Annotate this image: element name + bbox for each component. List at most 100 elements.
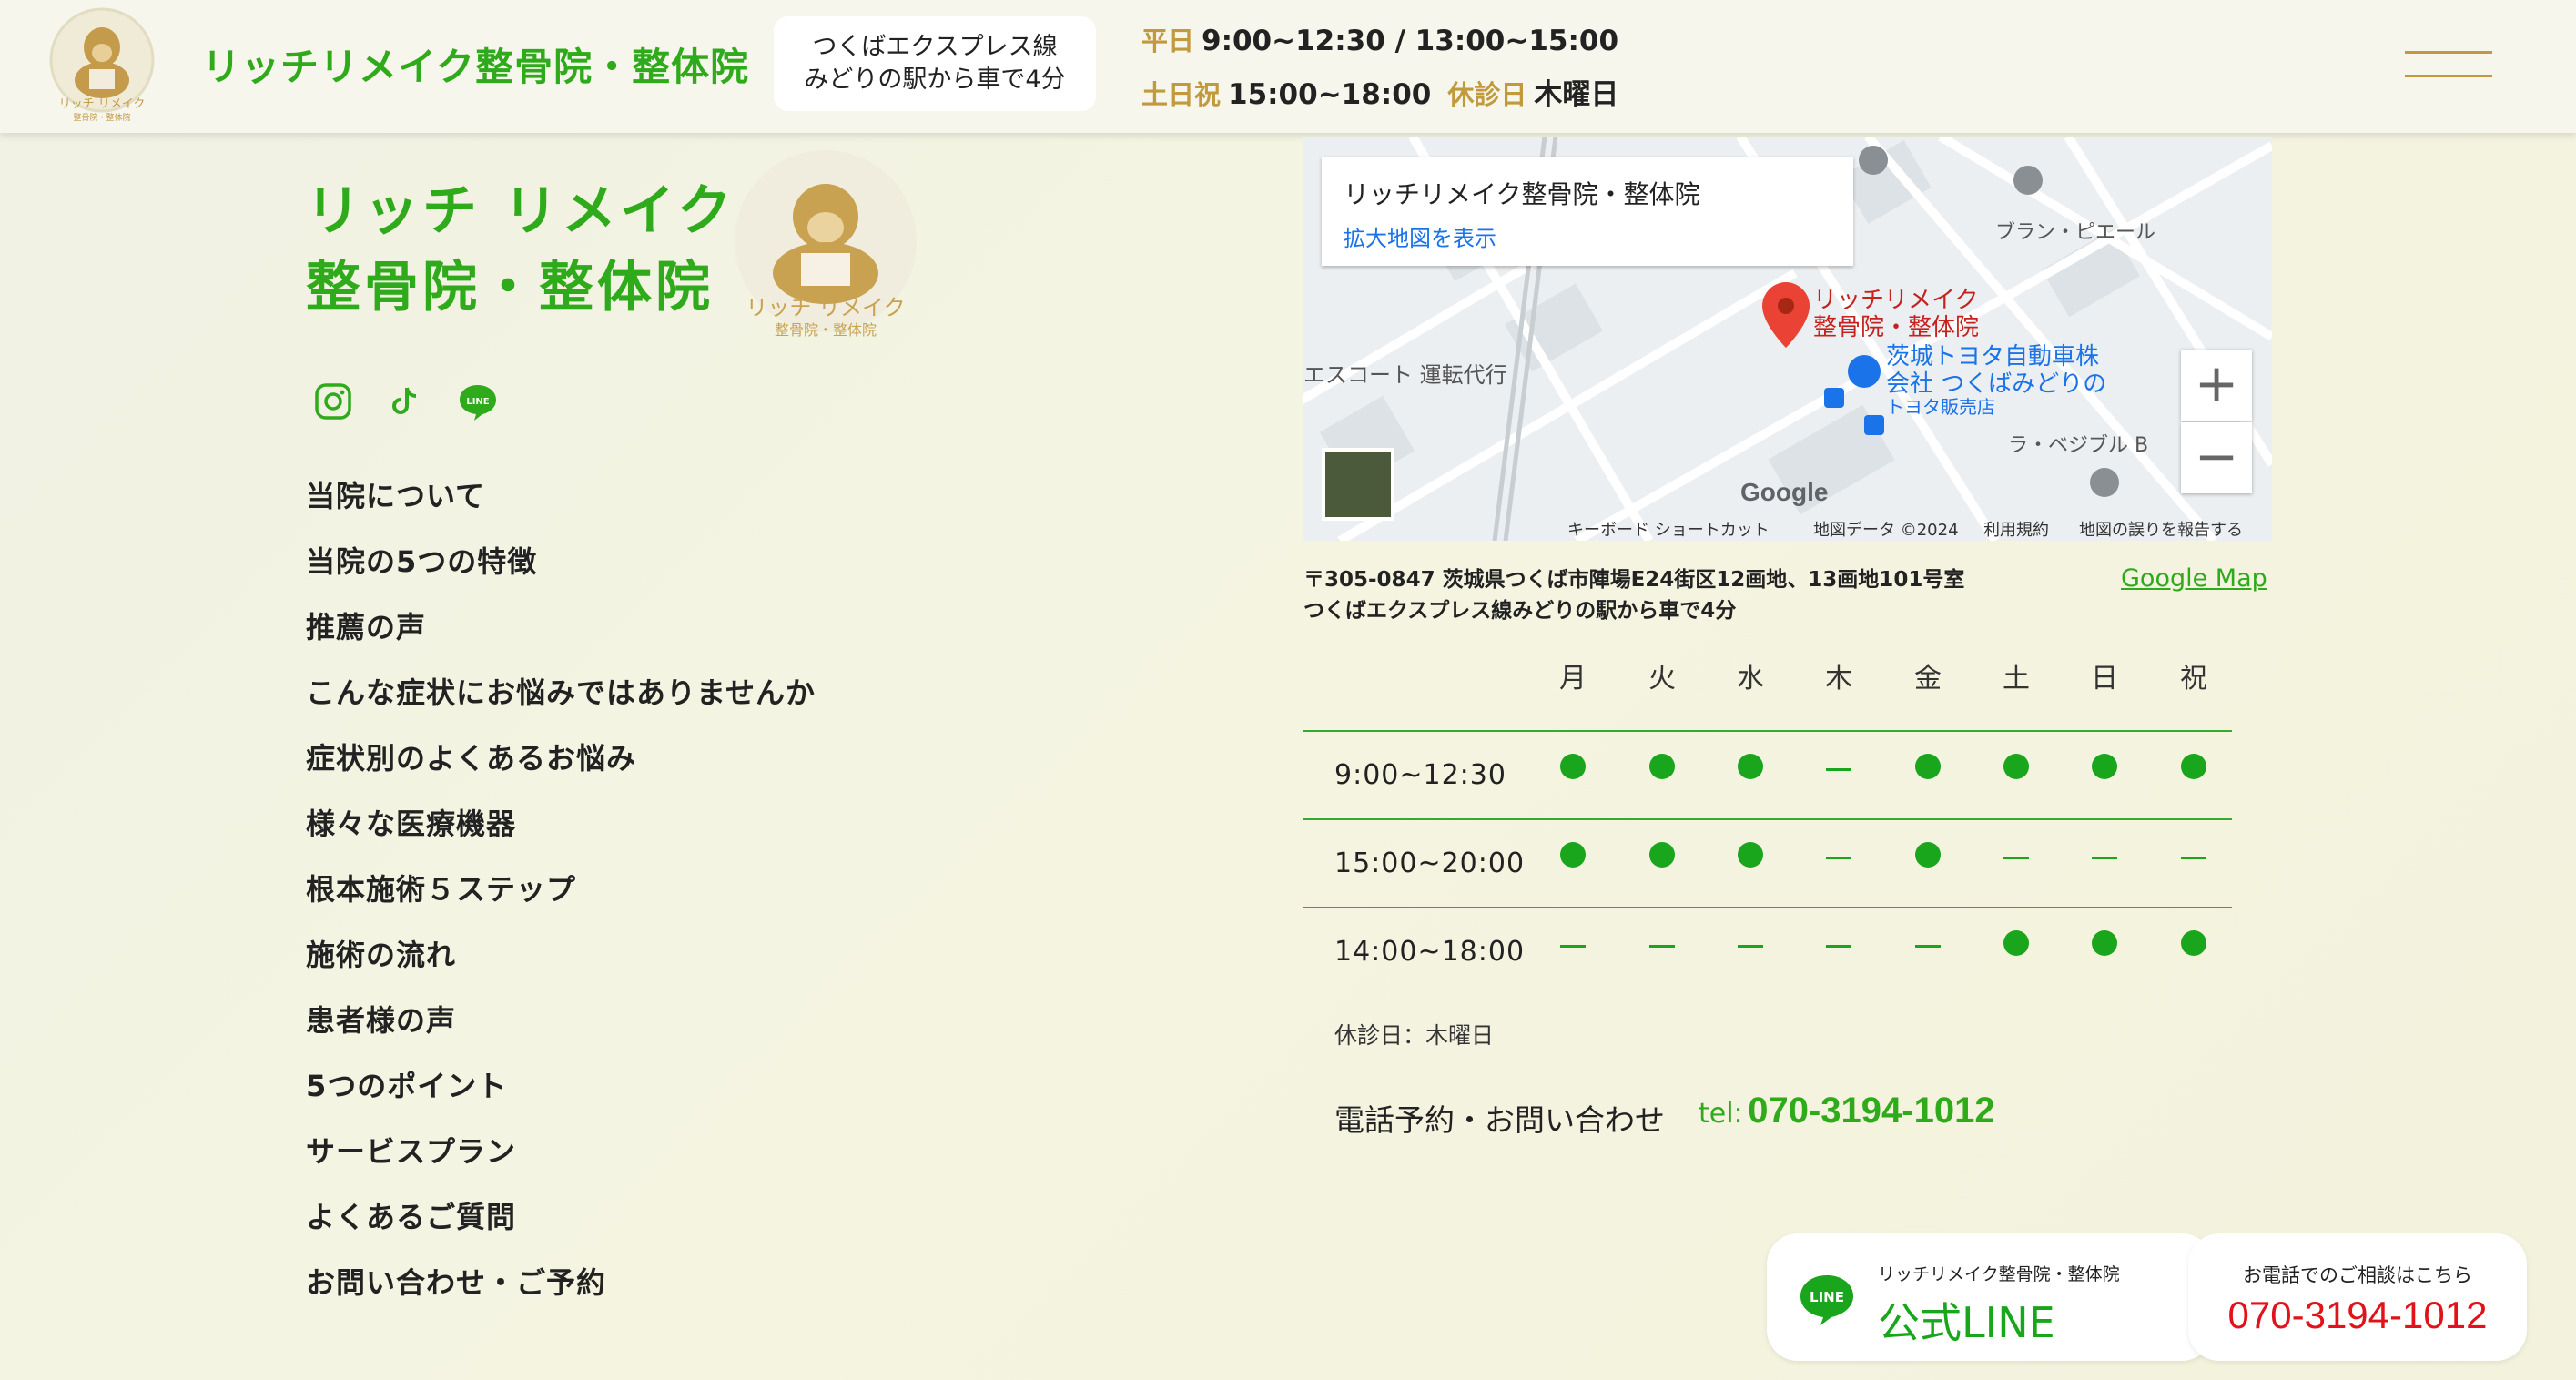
map-label-toyota-3: トヨタ販売店 (1886, 396, 1995, 418)
google-map[interactable]: ブラン・ピエール エスコート 運転代行 茨城トヨタ自動車株 会社 つくばみどりの… (1303, 137, 2272, 541)
holiday-hours: 土日祝 15:00~18:00 休診日 木曜日 (1141, 71, 1618, 112)
open-mark (1546, 842, 1600, 871)
nav-item-features[interactable]: 当院の5つの特徴 (306, 539, 816, 604)
line-button-subtitle: リッチリメイク整骨院・整体院 (1878, 1264, 2120, 1284)
open-dot-icon (1915, 754, 1941, 779)
phone-number-link[interactable]: tel: 070-3194-1012 (1699, 1091, 1995, 1131)
nav-item-five-steps[interactable]: 根本施術５ステップ (306, 867, 816, 932)
line-logo-icon: LINE (1800, 1275, 1853, 1325)
report-error-link[interactable]: 地図の誤りを報告する (2079, 517, 2243, 541)
poi-pin-icon (2090, 468, 2119, 497)
phone-consult-button[interactable]: お電話でのご相談はこちら 070-3194-1012 (2188, 1233, 2527, 1361)
nav-item-faq[interactable]: よくあるご質問 (306, 1194, 816, 1260)
brand-name-line-2: 整骨院・整体院 (306, 256, 714, 320)
line-button-title: 公式LINE (1878, 1298, 2055, 1347)
nav-item-recommendations[interactable]: 推薦の声 (306, 604, 816, 670)
open-mark (1546, 754, 1600, 783)
weekday-hours-value: 9:00~12:30 / 13:00~15:00 (1202, 25, 1619, 57)
line-icon[interactable]: LINE (457, 381, 499, 422)
tiktok-icon[interactable] (384, 381, 426, 422)
schedule-time: 15:00~20:00 (1334, 847, 1526, 879)
closed-dash-icon (2092, 857, 2117, 859)
keyboard-shortcuts-link[interactable]: キーボード ショートカット (1567, 517, 1770, 541)
closed-dash-icon (1560, 945, 1586, 948)
closed-dash-icon (1738, 945, 1763, 948)
open-mark (2077, 754, 2132, 783)
terms-link[interactable]: 利用規約 (1983, 517, 2049, 541)
nav-item-patient-voices[interactable]: 患者様の声 (306, 998, 816, 1063)
open-dot-icon (1915, 842, 1941, 868)
open-dot-icon (2092, 930, 2117, 956)
map-card-title: リッチリメイク整骨院・整体院 (1344, 179, 1700, 209)
google-logo: Google (1740, 478, 1828, 506)
tel-prefix: tel: (1699, 1098, 1743, 1130)
open-mark (1635, 754, 1689, 783)
weekday-hours: 平日 9:00~12:30 / 13:00~15:00 (1141, 20, 1618, 58)
schedule-row: 9:00~12:30 (1303, 730, 2232, 819)
map-label-toyota-2: 会社 つくばみどりの (1886, 370, 2106, 398)
line-icon-label: LINE (466, 397, 489, 407)
closed-dash-icon (2181, 857, 2206, 859)
nav-item-contact[interactable]: お問い合わせ・ご予約 (306, 1260, 816, 1325)
site-header: リッチ リメイク 整骨院・整体院 リッチリメイク整骨院・整体院 つくばエクスプレ… (0, 0, 2576, 133)
nav-item-symptoms[interactable]: こんな症状にお悩みではありませんか (306, 670, 816, 736)
logo-subtext: 整骨院・整体院 (73, 112, 130, 123)
menu-line-top (2405, 51, 2492, 54)
logo-icon[interactable]: リッチ リメイク 整骨院・整体院 (42, 5, 162, 126)
open-dot-icon (1738, 754, 1763, 779)
nav-item-service-plan[interactable]: サービスプラン (306, 1129, 816, 1194)
day-header-mon: 月 (1559, 663, 1587, 695)
open-mark (1901, 842, 1955, 871)
zoom-out-button[interactable]: − (2181, 422, 2252, 493)
map-label-ravisible: ラ・ベジブル B (2008, 434, 2148, 457)
nav-item-medical-equipment[interactable]: 様々な医療機器 (306, 801, 816, 867)
phone-button-number: 070-3194-1012 (2227, 1294, 2488, 1336)
nav-item-common-concerns[interactable]: 症状別のよくあるお悩み (306, 736, 816, 801)
day-header-holiday: 祝 (2180, 663, 2207, 695)
nav-item-treatment-flow[interactable]: 施術の流れ (306, 932, 816, 998)
closed-mark (1546, 930, 1600, 948)
nav-item-about[interactable]: 当院について (306, 473, 816, 539)
brand-name-line-1: リッチ リメイク (306, 179, 735, 243)
schedule-time: 14:00~18:00 (1334, 936, 1526, 968)
phone-contact-label: 電話予約・お問い合わせ (1334, 1102, 1665, 1138)
day-header-tue: 火 (1648, 663, 1676, 695)
closed-dash-icon (1826, 857, 1851, 859)
line-official-button[interactable]: LINE リッチリメイク整骨院・整体院 公式LINE (1767, 1233, 2213, 1361)
google-map-link[interactable]: Google Map (2121, 564, 2267, 593)
open-mark (1901, 754, 1955, 783)
open-dot-icon (1649, 754, 1675, 779)
schedule-time: 9:00~12:30 (1334, 759, 1506, 791)
open-dot-icon (2181, 754, 2206, 779)
instagram-icon[interactable] (312, 381, 354, 422)
open-mark (2166, 754, 2221, 783)
zoom-in-button[interactable]: + (2181, 350, 2252, 421)
holiday-label: 土日祝 (1141, 79, 1222, 110)
map-info-card: リッチリメイク整骨院・整体院 拡大地図を表示 (1322, 157, 1853, 266)
logo-text: リッチ リメイク (59, 97, 146, 111)
bus-stop-icon (1864, 415, 1884, 435)
site-name[interactable]: リッチリメイク整骨院・整体院 (202, 36, 749, 92)
open-mark (1723, 754, 1778, 783)
closed-mark (2077, 842, 2132, 859)
access-info: つくばエクスプレス線 みどりの駅から車で4分 (774, 16, 1096, 111)
weekday-label: 平日 (1141, 25, 1195, 56)
phone-button-subtitle: お電話でのご相談はこちら (2243, 1264, 2472, 1286)
open-mark (1635, 842, 1689, 871)
map-label-plan: ブラン・ピエール (1995, 221, 2155, 244)
map-label-escort: エスコート 運転代行 (1303, 362, 1507, 388)
site-nav: 当院について 当院の5つの特徴 推薦の声 こんな症状にお悩みではありませんか 症… (306, 473, 816, 1325)
closed-dash-icon (1915, 945, 1941, 948)
open-dot-icon (2003, 754, 2029, 779)
closed-mark (1635, 930, 1689, 948)
nav-item-five-points[interactable]: 5つのポイント (306, 1063, 816, 1129)
address-line-1: 〒305-0847 茨城県つくば市陣場E24街区12画地、13画地101号室 (1303, 568, 1965, 592)
toyota-pin-icon (1848, 355, 1881, 388)
menu-button[interactable] (2405, 51, 2492, 80)
poi-pin-icon (1859, 146, 1888, 175)
view-larger-map-link[interactable]: 拡大地図を表示 (1344, 220, 1496, 252)
day-header-sat: 土 (2003, 663, 2030, 695)
open-dot-icon (1649, 842, 1675, 868)
open-dot-icon (1560, 754, 1586, 779)
open-mark (1723, 842, 1778, 871)
